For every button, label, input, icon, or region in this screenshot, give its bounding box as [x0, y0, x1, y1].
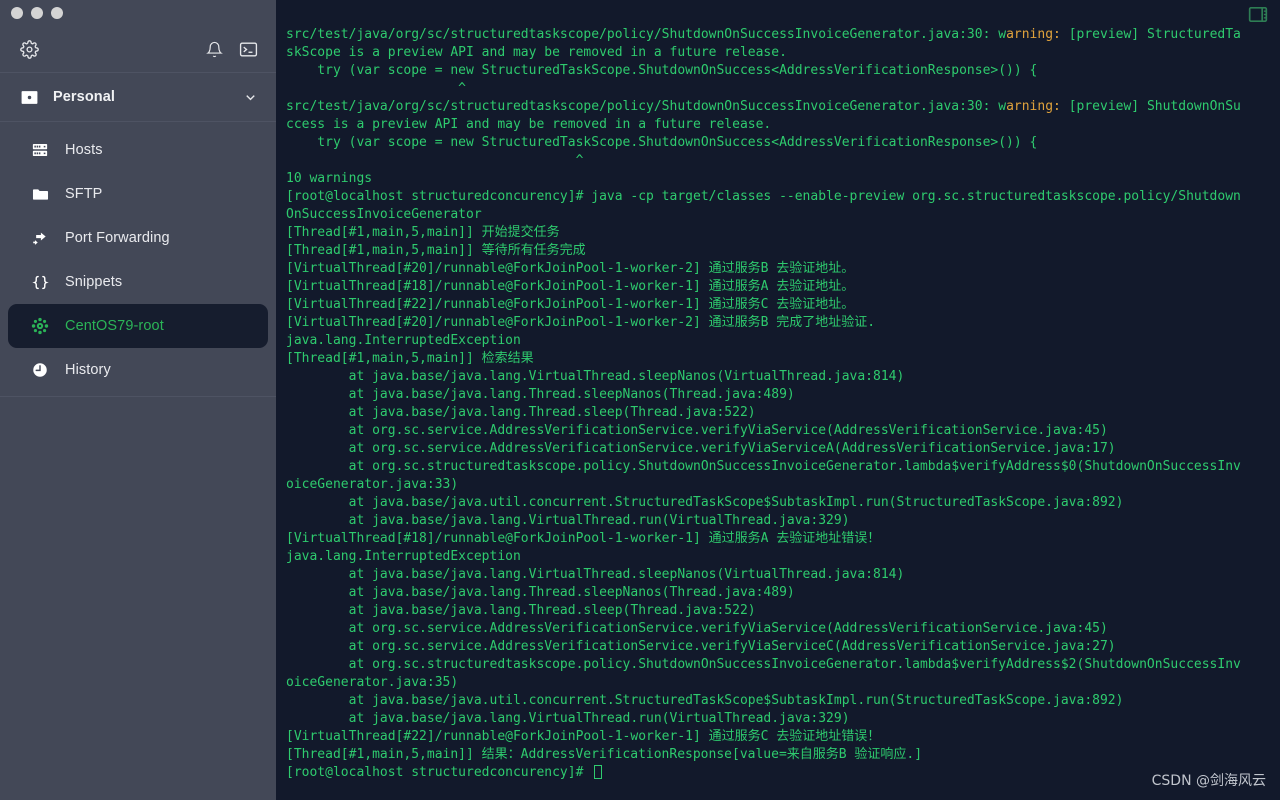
- terminal-prompt-line[interactable]: [root@localhost structuredconcurency]#: [286, 764, 1280, 782]
- sidebar-nav: Hosts SFTP Port Forwarding Snippets Cent…: [0, 122, 276, 397]
- clock-icon: [30, 361, 50, 379]
- terminal-line: at java.base/java.lang.Thread.sleepNanos…: [286, 387, 795, 402]
- terminal-line: java.lang.InterruptedException: [286, 549, 521, 564]
- server-icon: [30, 141, 50, 159]
- terminal-line: java.lang.InterruptedException: [286, 333, 521, 348]
- terminal-line: try (var scope = new StructuredTaskScope…: [286, 63, 1038, 78]
- app-window: Personal Hosts SFTP Port Forwarding Snip…: [0, 0, 1280, 800]
- terminal-line: [Thread[#1,main,5,main]] 开始提交任务: [286, 225, 560, 240]
- chevron-down-icon[interactable]: [243, 90, 258, 105]
- sidebar-item-centos79-root[interactable]: CentOS79-root: [8, 304, 268, 348]
- terminal-cursor: [594, 765, 603, 779]
- terminal-line: at java.base/java.lang.Thread.sleep(Thre…: [286, 405, 756, 420]
- terminal-line: at org.sc.service.AddressVerificationSer…: [286, 423, 1108, 438]
- terminal-line: src/test/java/org/sc/structuredtaskscope…: [286, 27, 1241, 42]
- watermark: CSDN @剑海风云: [1151, 773, 1266, 789]
- vault-icon: [20, 88, 39, 107]
- sidebar-item-sftp[interactable]: SFTP: [8, 172, 268, 216]
- window-titlebar: [0, 0, 276, 26]
- nav-bottom-divider: [0, 396, 276, 397]
- terminal-line: [Thread[#1,main,5,main]] 检索结果: [286, 351, 534, 366]
- terminal-line: [VirtualThread[#18]/runnable@ForkJoinPoo…: [286, 531, 881, 546]
- terminal-warning-token: arning:: [1006, 27, 1069, 42]
- terminal-line: [root@localhost structuredconcurency]# j…: [286, 189, 1241, 204]
- terminal-line: at org.sc.service.AddressVerificationSer…: [286, 639, 1116, 654]
- folder-icon: [30, 185, 50, 204]
- terminal-topbar: [276, 0, 1280, 28]
- sidebar-item-port-forwarding[interactable]: Port Forwarding: [8, 216, 268, 260]
- sidebar-item-label: History: [65, 362, 111, 378]
- terminal-pane[interactable]: src/test/java/org/sc/structuredtaskscope…: [276, 0, 1280, 800]
- window-minimize-button[interactable]: [31, 7, 43, 19]
- terminal-line: [VirtualThread[#22]/runnable@ForkJoinPoo…: [286, 297, 855, 312]
- centos-icon: [30, 317, 50, 335]
- terminal-line: ^: [286, 153, 584, 168]
- terminal-line: at java.base/java.lang.Thread.sleepNanos…: [286, 585, 795, 600]
- terminal-line: at org.sc.service.AddressVerificationSer…: [286, 621, 1108, 636]
- terminal-line: [VirtualThread[#20]/runnable@ForkJoinPoo…: [286, 261, 855, 276]
- braces-icon: [30, 273, 50, 292]
- window-close-button[interactable]: [11, 7, 23, 19]
- terminal-line: at org.sc.service.AddressVerificationSer…: [286, 441, 1116, 456]
- sidebar-item-label: CentOS79-root: [65, 318, 164, 334]
- terminal-warning-token: arning:: [1006, 99, 1069, 114]
- terminal-line: skScope is a preview API and may be remo…: [286, 45, 787, 60]
- terminal-line: OnSuccessInvoiceGenerator: [286, 207, 482, 222]
- terminal-line: src/test/java/org/sc/structuredtaskscope…: [286, 99, 1241, 114]
- sidebar-item-history[interactable]: History: [8, 348, 268, 392]
- gear-icon[interactable]: [20, 39, 39, 59]
- terminal-line: [VirtualThread[#18]/runnable@ForkJoinPoo…: [286, 279, 855, 294]
- terminal-line: ^: [286, 81, 467, 96]
- terminal-output[interactable]: src/test/java/org/sc/structuredtaskscope…: [286, 26, 1280, 800]
- split-pane-icon[interactable]: [1248, 6, 1268, 23]
- terminal-line: [Thread[#1,main,5,main]] 结果：AddressVerif…: [286, 747, 923, 762]
- terminal-line: oiceGenerator.java:35): [286, 675, 459, 690]
- terminal-line: at java.base/java.lang.VirtualThread.sle…: [286, 369, 905, 384]
- terminal-line: at java.base/java.lang.VirtualThread.sle…: [286, 567, 905, 582]
- sidebar: Personal Hosts SFTP Port Forwarding Snip…: [0, 0, 276, 800]
- sidebar-item-label: Port Forwarding: [65, 230, 170, 246]
- terminal-line: 10 warnings: [286, 171, 373, 186]
- bell-icon[interactable]: [206, 41, 223, 58]
- window-maximize-button[interactable]: [51, 7, 63, 19]
- terminal-line: at java.base/java.util.concurrent.Struct…: [286, 693, 1124, 708]
- sidebar-item-label: SFTP: [65, 186, 103, 202]
- sidebar-item-label: Hosts: [65, 142, 103, 158]
- terminal-line: at java.base/java.lang.VirtualThread.run…: [286, 711, 850, 726]
- terminal-line: at java.base/java.lang.VirtualThread.run…: [286, 513, 850, 528]
- terminal-line: at org.sc.structuredtaskscope.policy.Shu…: [286, 657, 1241, 672]
- sidebar-item-snippets[interactable]: Snippets: [8, 260, 268, 304]
- vault-selector[interactable]: Personal: [0, 73, 276, 121]
- terminal-icon[interactable]: [239, 40, 258, 59]
- terminal-line: [Thread[#1,main,5,main]] 等待所有任务完成: [286, 243, 586, 258]
- terminal-line: at org.sc.structuredtaskscope.policy.Shu…: [286, 459, 1241, 474]
- port-forwarding-icon: [30, 229, 50, 248]
- terminal-line: oiceGenerator.java:33): [286, 477, 459, 492]
- terminal-line: ccess is a preview API and may be remove…: [286, 117, 772, 132]
- terminal-line: at java.base/java.util.concurrent.Struct…: [286, 495, 1124, 510]
- terminal-line: at java.base/java.lang.Thread.sleep(Thre…: [286, 603, 756, 618]
- terminal-line: try (var scope = new StructuredTaskScope…: [286, 135, 1038, 150]
- vault-label: Personal: [53, 89, 116, 105]
- sidebar-item-hosts[interactable]: Hosts: [8, 128, 268, 172]
- terminal-line: [VirtualThread[#22]/runnable@ForkJoinPoo…: [286, 729, 881, 744]
- sidebar-toolbar: [0, 26, 276, 72]
- terminal-line: [VirtualThread[#20]/runnable@ForkJoinPoo…: [286, 315, 876, 330]
- sidebar-item-label: Snippets: [65, 274, 123, 290]
